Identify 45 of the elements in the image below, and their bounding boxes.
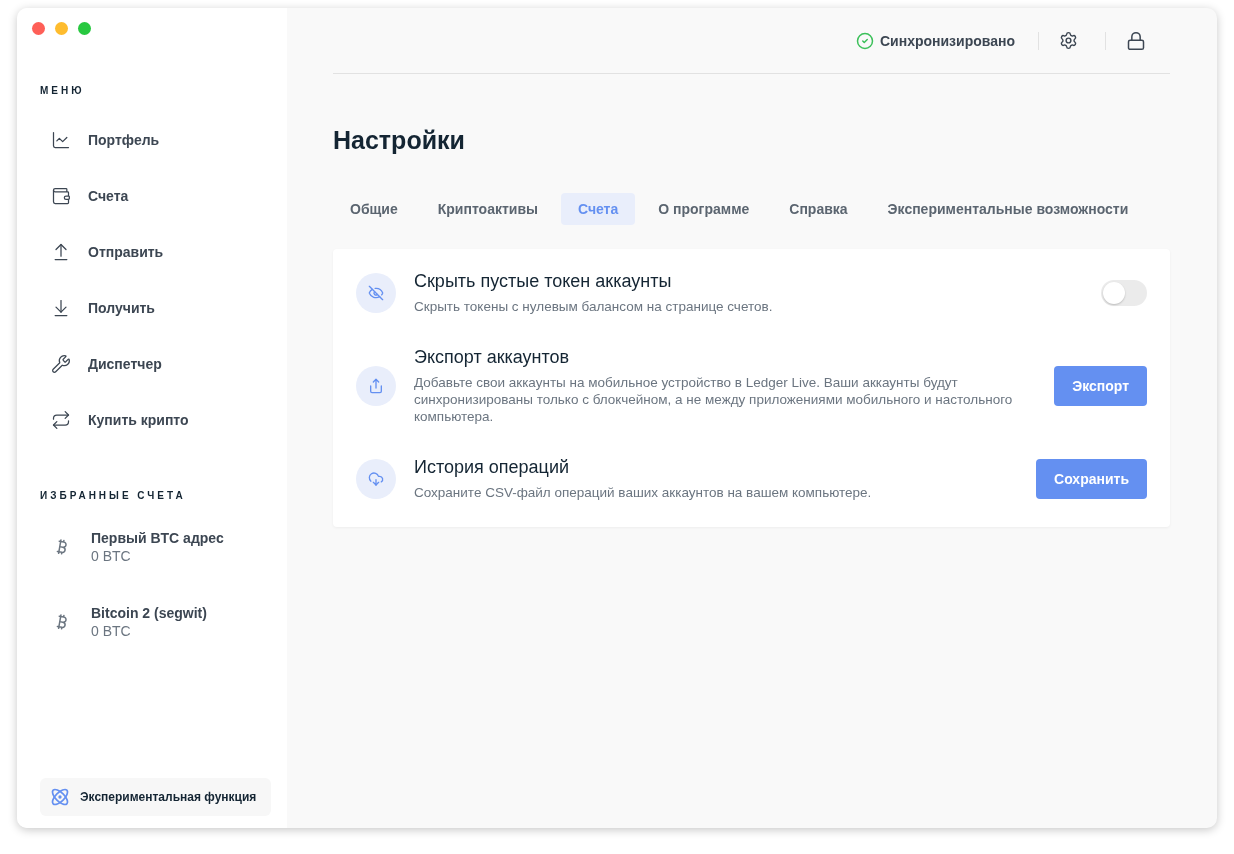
nav-item[interactable]: Счета bbox=[17, 168, 287, 224]
tab[interactable]: Общие bbox=[333, 193, 415, 225]
nav-item[interactable]: Диспетчер bbox=[17, 336, 287, 392]
tab[interactable]: Криптоактивы bbox=[420, 193, 555, 225]
section-title: ИЗБРАННЫЕ СЧЕТА bbox=[39, 490, 187, 501]
repeat-arrows-icon bbox=[51, 410, 71, 430]
nav-item[interactable]: Портфель bbox=[17, 112, 287, 168]
tab[interactable]: Экспериментальные возможности bbox=[870, 193, 1146, 225]
account-balance: 0 BTC bbox=[91, 622, 132, 639]
window-control-button[interactable] bbox=[32, 22, 45, 35]
nav-label: Купить крипто bbox=[88, 412, 189, 428]
page-title: Настройки bbox=[333, 126, 466, 155]
account-name[interactable]: Первый BTC адрес bbox=[91, 529, 224, 546]
nav-item[interactable]: Отправить bbox=[17, 224, 287, 280]
atom-icon bbox=[50, 787, 70, 807]
share-icon bbox=[356, 366, 396, 406]
window-control-button[interactable] bbox=[78, 22, 91, 35]
window-control-button[interactable] bbox=[55, 22, 68, 35]
nav-label: Получить bbox=[88, 300, 155, 316]
tab[interactable]: О программе bbox=[641, 193, 767, 225]
cloud-download-icon bbox=[356, 459, 396, 499]
account-name[interactable]: Bitcoin 2 (segwit) bbox=[91, 604, 207, 621]
setting-title: Скрыть пустые токен аккаунты bbox=[414, 271, 673, 292]
account-balance: 0 BTC bbox=[91, 547, 132, 564]
eye-off-icon bbox=[356, 273, 396, 313]
setting-description: Скрыть токены с нулевым балансом на странице счетов. bbox=[414, 298, 774, 315]
tab[interactable]: Справка bbox=[772, 193, 865, 225]
nav-label: Счета bbox=[88, 188, 129, 204]
wrench-icon bbox=[51, 354, 71, 374]
wallet-icon bbox=[51, 186, 71, 206]
nav-label: Портфель bbox=[88, 132, 160, 148]
chart-icon bbox=[51, 130, 71, 150]
nav-label: Диспетчер bbox=[88, 356, 162, 372]
nav-item[interactable]: Купить крипто bbox=[17, 392, 287, 448]
setting-title: Экспорт аккаунтов bbox=[414, 347, 571, 368]
nav-item[interactable]: Получить bbox=[17, 280, 287, 336]
experimental-feature-button[interactable]: Экспериментальная функция bbox=[40, 778, 271, 816]
sync-status: Синхронизировано bbox=[880, 32, 1015, 49]
setting-title: История операций bbox=[414, 457, 570, 478]
nav-label: Отправить bbox=[88, 244, 164, 260]
section-title: МЕНЮ bbox=[39, 85, 86, 96]
setting-description: Сохраните CSV-файл операций ваших аккаунтов на вашем компьютере. bbox=[414, 484, 873, 501]
setting-description: Добавьте свои аккаунты на мобильное устройство в Ledger Live. Ваши аккаунты будут синхронизированы только с блокчейном, а не между приложениями мобильного и настольного компьютера. bbox=[414, 374, 1014, 425]
check-circle-icon bbox=[856, 31, 874, 50]
toggle-switch[interactable] bbox=[1101, 280, 1147, 306]
